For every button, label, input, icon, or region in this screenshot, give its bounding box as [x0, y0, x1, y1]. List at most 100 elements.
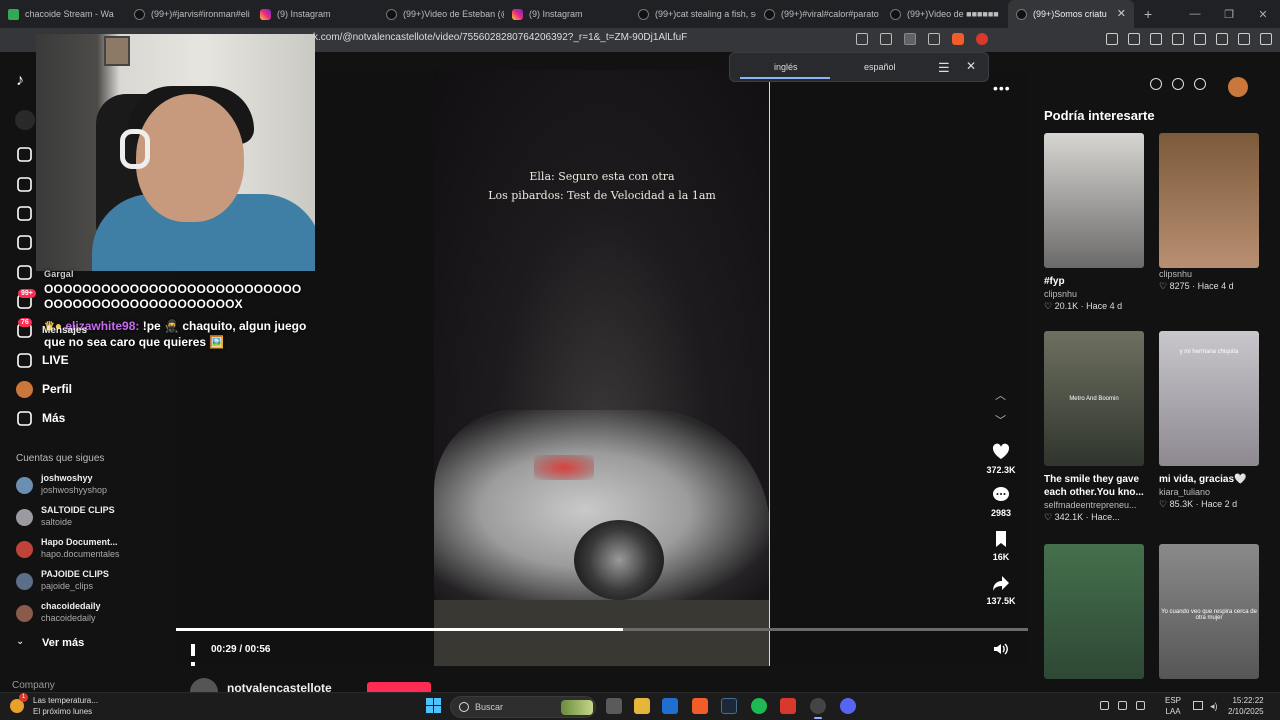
following-account[interactable]: Hapo Document... hapo.documentales	[16, 537, 166, 563]
user-avatar[interactable]	[1228, 77, 1248, 97]
card-author[interactable]: clipsnhu	[1159, 269, 1259, 279]
recommendation-card[interactable]	[1044, 544, 1144, 679]
rewards-icon[interactable]	[976, 33, 988, 45]
video-thumbnail[interactable]: Metro And Boomin	[1044, 331, 1144, 466]
nav-label-messages[interactable]: Mensajes	[42, 325, 87, 336]
previous-video-icon[interactable]: ︿	[995, 387, 1006, 403]
wallet-icon[interactable]	[1194, 33, 1206, 45]
following-account[interactable]: SALTOIDE CLIPS saltoide	[16, 505, 166, 531]
translate-menu-icon[interactable]: ☰	[938, 60, 950, 76]
tray-chevron-icon[interactable]	[1100, 701, 1109, 710]
recommendation-card[interactable]: Yo cuando veo que respira cerca de otra …	[1159, 544, 1259, 679]
video-thumbnail[interactable]: Yo cuando veo que respira cerca de otra …	[1159, 544, 1259, 679]
upload-icon[interactable]	[16, 264, 33, 281]
browser-tab[interactable]: (99+)Somos criatu ✕	[1008, 0, 1134, 28]
recommendation-card[interactable]: y mi hermana chiquita mi vida, gracias🤍 ki…	[1159, 331, 1259, 510]
network-icon[interactable]	[1193, 701, 1203, 710]
youtube-icon[interactable]	[780, 698, 796, 714]
search-icon[interactable]	[15, 110, 35, 130]
pause-icon[interactable]	[191, 643, 203, 674]
nav-label-live[interactable]: LIVE	[42, 353, 69, 367]
url-field[interactable]: k.com/@notvalencastellote/video/75560282…	[313, 32, 687, 43]
recommendation-card[interactable]: clipsnhu ♡ 8275 · Hace 4 d	[1159, 133, 1259, 292]
microphone-icon[interactable]	[1136, 701, 1145, 710]
recommendation-card[interactable]: Metro And Boomin The smile they gave each…	[1044, 331, 1144, 523]
media-icon[interactable]	[1150, 33, 1162, 45]
following-icon[interactable]	[16, 205, 33, 222]
bing-icon[interactable]	[662, 698, 678, 714]
translate-close-icon[interactable]: ✕	[966, 59, 976, 73]
brave-shield-icon[interactable]	[952, 33, 964, 45]
explore-icon[interactable]	[16, 176, 33, 193]
card-author[interactable]: kiara_tuliano	[1159, 487, 1259, 497]
following-account[interactable]: PAJOIDE CLIPS pajoide_clips	[16, 569, 166, 595]
cast-icon[interactable]	[880, 33, 892, 45]
card-author[interactable]: selfmadeentrepreneu...	[1044, 500, 1144, 510]
close-tab-icon[interactable]: ✕	[1117, 7, 1126, 20]
heart-action[interactable]: 372.3K	[980, 443, 1022, 475]
language-indicator[interactable]: ESP LAA	[1165, 695, 1181, 717]
file-explorer-icon[interactable]	[634, 698, 650, 714]
nav-label-profile[interactable]: Perfil	[42, 382, 72, 396]
tiktok-logo-icon[interactable]: ♪	[16, 72, 24, 90]
sidebar-icon[interactable]	[1172, 33, 1184, 45]
video-thumbnail[interactable]	[1044, 133, 1144, 268]
following-account[interactable]: joshwoshyy joshwoshyyshop	[16, 473, 166, 499]
browser-tab[interactable]: chacoide Stream - Wa	[0, 0, 126, 28]
browser-tab[interactable]: (9) Instagram	[504, 0, 630, 28]
video-frame[interactable]: Ella: Seguro esta con otra Los pibardos:…	[434, 70, 770, 666]
bookmark-action[interactable]: 16K	[980, 530, 1022, 562]
screenshot-icon[interactable]	[1128, 33, 1140, 45]
see-more-link[interactable]: Ver más	[42, 637, 84, 649]
task-view-icon[interactable]	[606, 698, 622, 714]
minimize-button[interactable]: —	[1178, 0, 1212, 28]
translate-option-target[interactable]: español	[864, 62, 896, 72]
share-action[interactable]: 137.5K	[980, 574, 1022, 606]
vpn-icon[interactable]	[1238, 33, 1250, 45]
tray-app-icon[interactable]	[1118, 701, 1127, 710]
browser-tab[interactable]: (9) Instagram	[252, 0, 378, 28]
live-icon[interactable]	[16, 352, 33, 369]
coins-icon[interactable]	[1150, 78, 1162, 90]
home-icon[interactable]	[16, 146, 33, 163]
following-account[interactable]: chacoidedaily chacoidedaily	[16, 601, 166, 627]
video-thumbnail[interactable]	[1044, 544, 1144, 679]
new-tab-button[interactable]: +	[1144, 6, 1152, 22]
volume-icon[interactable]	[993, 642, 1009, 656]
discord-icon[interactable]	[840, 698, 856, 714]
next-video-icon[interactable]: ﹀	[995, 412, 1006, 428]
translate-icon[interactable]	[904, 33, 916, 45]
more-icon[interactable]	[16, 410, 33, 427]
brave-icon[interactable]	[692, 698, 708, 714]
leo-icon[interactable]	[1216, 33, 1228, 45]
spotify-icon[interactable]	[751, 698, 767, 714]
company-link[interactable]: Company	[12, 680, 55, 691]
sound-off-icon[interactable]	[856, 33, 868, 45]
browser-tab[interactable]: (99+)#viral#calor#parato	[756, 0, 882, 28]
more-options-icon[interactable]: •••	[993, 80, 1011, 96]
download-icon[interactable]	[1194, 78, 1206, 90]
menu-icon[interactable]	[1260, 33, 1272, 45]
follow-button[interactable]	[367, 682, 431, 692]
browser-tab[interactable]: (99+)Video de ■■■■■■	[882, 0, 1008, 28]
browser-tab[interactable]: (99+)Video de Esteban (@	[378, 0, 504, 28]
profile-icon[interactable]	[16, 381, 33, 398]
card-author[interactable]: clipsnhu	[1044, 289, 1144, 299]
video-thumbnail[interactable]	[1159, 133, 1259, 268]
windows-start-icon[interactable]	[426, 698, 441, 713]
browser-tab[interactable]: (99+)#jarvis#ironman#eli	[126, 0, 252, 28]
comment-action[interactable]: 2983	[980, 486, 1022, 518]
extensions-icon[interactable]	[1106, 33, 1118, 45]
weather-widget[interactable]: Las temperatura... El próximo lunes	[33, 695, 98, 717]
translate-option-source[interactable]: inglés	[774, 62, 798, 72]
friends-icon[interactable]	[16, 234, 33, 251]
browser-tab[interactable]: (99+)cat stealing a fish, so	[630, 0, 756, 28]
recommendation-card[interactable]: #fyp clipsnhu ♡ 20.1K · Hace 4 d	[1044, 133, 1144, 312]
device-icon[interactable]	[1172, 78, 1184, 90]
speaker-icon[interactable]: ◂)	[1210, 701, 1218, 712]
video-thumbnail[interactable]: y mi hermana chiquita	[1159, 331, 1259, 466]
clock[interactable]: 15:22:22 2/10/2025	[1228, 695, 1264, 717]
close-window-button[interactable]: ✕	[1246, 0, 1280, 28]
taskbar-search[interactable]: Buscar	[450, 696, 596, 718]
steam-icon[interactable]	[721, 698, 737, 714]
